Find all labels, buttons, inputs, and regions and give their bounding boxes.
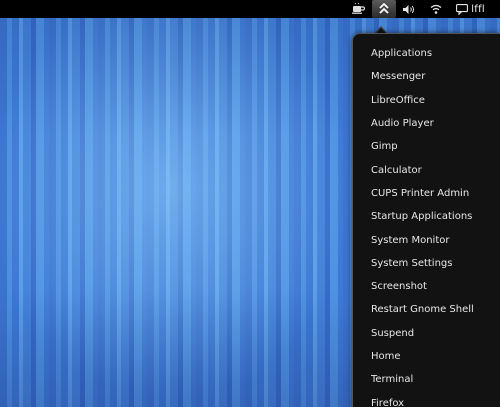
menu-item-applications[interactable]: Applications [353, 42, 500, 65]
menu-item-startup-applications[interactable]: Startup Applications [353, 205, 500, 228]
menu-item-terminal[interactable]: Terminal [353, 368, 500, 391]
volume-icon[interactable] [396, 0, 423, 18]
network-wireless-icon[interactable] [423, 0, 449, 18]
menu-item-cups-printer-admin[interactable]: CUPS Printer Admin [353, 182, 500, 205]
lffl-label: lffl [471, 3, 485, 15]
menu-item-messenger[interactable]: Messenger [353, 65, 500, 88]
menu-item-gimp[interactable]: Gimp [353, 135, 500, 158]
chat-icon[interactable]: lffl [449, 0, 492, 18]
menu-item-suspend[interactable]: Suspend [353, 322, 500, 345]
user-dropdown-menu: Applications Messenger LibreOffice Audio… [352, 33, 500, 407]
panel-status-area: lffl [345, 0, 492, 18]
menu-item-screenshot[interactable]: Screenshot [353, 275, 500, 298]
menu-item-system-monitor[interactable]: System Monitor [353, 228, 500, 251]
menu-item-calculator[interactable]: Calculator [353, 158, 500, 181]
menu-item-audio-player[interactable]: Audio Player [353, 112, 500, 135]
menu-item-system-settings[interactable]: System Settings [353, 252, 500, 275]
menu-item-libreoffice[interactable]: LibreOffice [353, 89, 500, 112]
menu-item-firefox[interactable]: Firefox [353, 391, 500, 407]
coffee-cup-icon[interactable] [345, 0, 372, 18]
menu-item-home[interactable]: Home [353, 345, 500, 368]
top-panel: lffl [0, 0, 500, 18]
user-menu-icon[interactable] [372, 0, 397, 18]
menu-item-restart-gnome-shell[interactable]: Restart Gnome Shell [353, 298, 500, 321]
